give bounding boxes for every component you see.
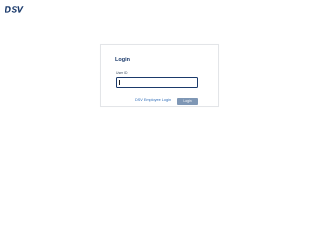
user-id-input[interactable] bbox=[116, 77, 198, 88]
login-button[interactable]: Login bbox=[177, 98, 198, 105]
employee-login-link[interactable]: DSV Employee Login bbox=[135, 98, 171, 103]
login-title: Login bbox=[115, 57, 130, 63]
login-page: Login User ID DSV Employee Login Login bbox=[0, 0, 320, 245]
login-card: Login User ID DSV Employee Login Login bbox=[100, 44, 219, 107]
user-id-label: User ID bbox=[116, 71, 128, 75]
dsv-logo bbox=[5, 6, 24, 13]
text-caret bbox=[119, 80, 120, 85]
